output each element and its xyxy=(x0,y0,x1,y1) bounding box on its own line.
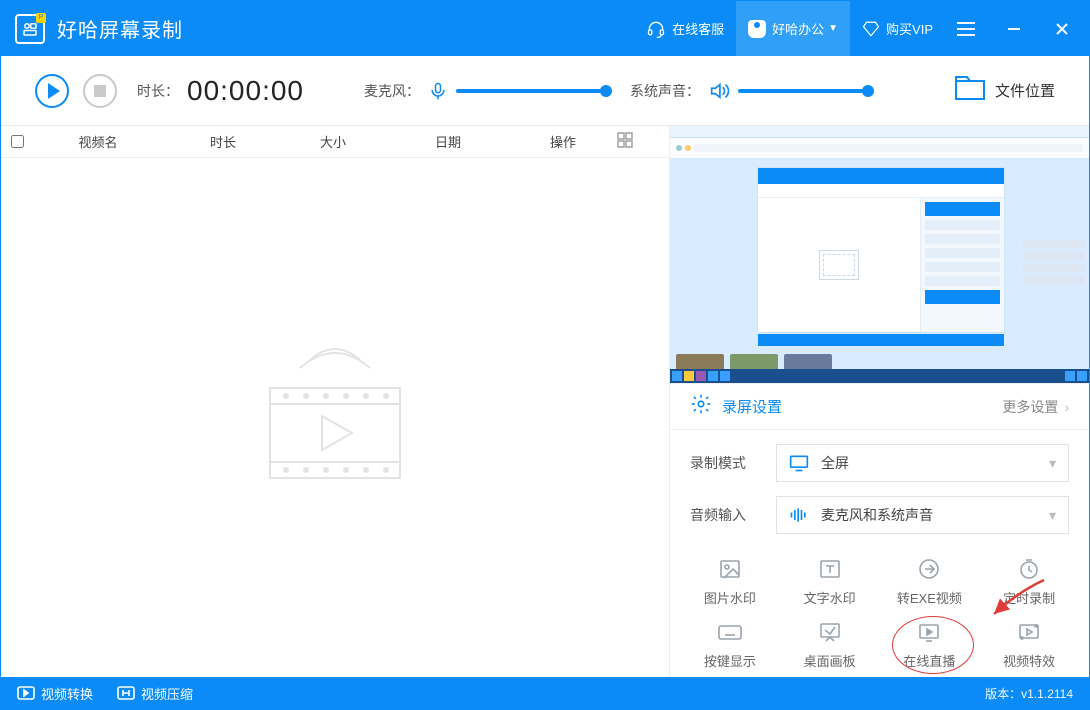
video-compress-button[interactable]: 视频压缩 xyxy=(117,684,193,703)
screen-preview xyxy=(670,126,1089,384)
account-button[interactable]: 好哈办公 ▼ xyxy=(736,1,850,56)
close-button[interactable] xyxy=(1041,1,1089,56)
content: 视频名 时长 大小 日期 操作 xyxy=(1,126,1089,677)
footer: 视频转换 视频压缩 版本：v1.1.2114 xyxy=(1,677,1089,709)
online-service-button[interactable]: 在线客服 xyxy=(634,1,736,56)
feature-desktop-board[interactable]: 桌面画板 xyxy=(780,619,880,670)
headset-icon xyxy=(646,19,666,39)
feature-keystroke-display[interactable]: 按键显示 xyxy=(680,619,780,670)
clock-icon xyxy=(1016,556,1042,582)
compress-icon xyxy=(117,686,135,700)
feature-image-watermark[interactable]: 图片水印 xyxy=(680,556,780,607)
convert-icon xyxy=(17,686,35,700)
empty-video-icon xyxy=(240,338,430,498)
titlebar: P 好哈屏幕录制 在线客服 好哈办公 ▼ 购买VIP xyxy=(1,1,1089,56)
pro-badge: P xyxy=(36,13,46,23)
mic-volume-slider[interactable] xyxy=(456,89,606,93)
right-panel: 录屏设置 更多设置 › 录制模式 全屏 ▾ 音频输入 麦克风和系统声音 xyxy=(669,126,1089,677)
col-action: 操作 xyxy=(513,132,613,151)
system-volume-slider[interactable] xyxy=(738,89,868,93)
penguin-icon xyxy=(748,20,766,38)
account-label: 好哈办公 xyxy=(772,19,824,38)
settings-header: 录屏设置 更多设置 › xyxy=(670,384,1089,430)
toolbar: 时长： 00:00:00 麦克风： 系统声音： 文件位置 xyxy=(1,56,1089,126)
mic-icon[interactable] xyxy=(428,81,448,101)
chevron-down-icon: ▾ xyxy=(1049,455,1056,472)
stop-icon xyxy=(94,85,106,97)
menu-icon xyxy=(957,22,975,36)
diamond-icon xyxy=(862,20,880,38)
feature-live-stream[interactable]: 在线直播 xyxy=(880,619,980,670)
feature-exe-video[interactable]: 转EXE视频 xyxy=(880,556,980,607)
play-icon xyxy=(48,83,60,99)
feature-video-effects[interactable]: 视频特效 xyxy=(979,619,1079,670)
chevron-right-icon: › xyxy=(1064,399,1069,415)
minimize-button[interactable] xyxy=(993,1,1041,56)
empty-state xyxy=(1,158,669,677)
app-title: 好哈屏幕录制 xyxy=(57,14,183,43)
view-grid-icon[interactable] xyxy=(617,132,633,151)
system-sound-label: 系统声音： xyxy=(630,81,700,101)
col-size: 大小 xyxy=(283,132,383,151)
feature-text-watermark[interactable]: 文字水印 xyxy=(780,556,880,607)
image-icon xyxy=(717,556,743,582)
monitor-icon xyxy=(789,454,809,472)
board-icon xyxy=(817,619,843,645)
more-settings-button[interactable]: 更多设置 › xyxy=(1002,397,1069,417)
online-service-label: 在线客服 xyxy=(672,19,724,38)
col-name: 视频名 xyxy=(33,132,163,151)
minimize-icon xyxy=(1007,22,1021,36)
buy-vip-label: 购买VIP xyxy=(886,19,933,38)
audio-input-select[interactable]: 麦克风和系统声音 ▾ xyxy=(776,496,1069,534)
text-icon xyxy=(817,556,843,582)
table-header: 视频名 时长 大小 日期 操作 xyxy=(1,126,669,158)
col-date: 日期 xyxy=(383,132,513,151)
folder-icon[interactable] xyxy=(955,75,985,106)
settings-title: 录屏设置 xyxy=(722,396,782,417)
record-mode-value: 全屏 xyxy=(821,453,849,473)
convert-icon xyxy=(916,556,942,582)
menu-button[interactable] xyxy=(945,1,993,56)
buy-vip-button[interactable]: 购买VIP xyxy=(850,1,945,56)
mode-label: 录制模式 xyxy=(690,453,776,473)
stop-button[interactable] xyxy=(83,74,117,108)
settings-rows: 录制模式 全屏 ▾ 音频输入 麦克风和系统声音 ▾ xyxy=(670,430,1089,552)
audio-input-value: 麦克风和系统声音 xyxy=(821,505,933,525)
version-label: 版本：v1.1.2114 xyxy=(985,685,1073,702)
mic-label: 麦克风： xyxy=(364,81,420,101)
app-logo: P xyxy=(15,14,45,44)
col-duration: 时长 xyxy=(163,132,283,151)
select-all-checkbox[interactable] xyxy=(11,135,24,148)
close-icon xyxy=(1055,22,1069,36)
video-list-panel: 视频名 时长 大小 日期 操作 xyxy=(1,126,669,677)
live-icon xyxy=(916,619,942,645)
duration-value: 00:00:00 xyxy=(187,75,304,107)
feature-grid: 图片水印 文字水印 转EXE视频 定时录制 按键显示 桌面画板 xyxy=(670,552,1089,670)
audio-label: 音频输入 xyxy=(690,505,776,525)
video-convert-button[interactable]: 视频转换 xyxy=(17,684,93,703)
effects-icon xyxy=(1016,619,1042,645)
chevron-down-icon: ▼ xyxy=(828,23,838,34)
gear-icon xyxy=(690,393,712,420)
keyboard-icon xyxy=(717,619,743,645)
chevron-down-icon: ▾ xyxy=(1049,507,1056,524)
file-location-button[interactable]: 文件位置 xyxy=(995,80,1055,101)
record-button[interactable] xyxy=(35,74,69,108)
duration-label: 时长： xyxy=(137,81,179,101)
audio-wave-icon xyxy=(789,506,809,524)
record-mode-select[interactable]: 全屏 ▾ xyxy=(776,444,1069,482)
speaker-icon[interactable] xyxy=(708,80,730,102)
feature-scheduled-record[interactable]: 定时录制 xyxy=(979,556,1079,607)
